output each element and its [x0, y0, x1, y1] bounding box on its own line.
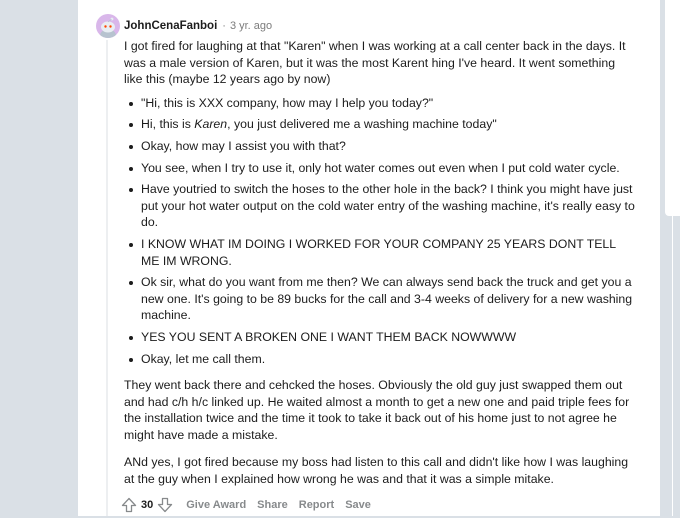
sidebar-edge — [672, 216, 673, 516]
comment-paragraph: I got fired for laughing at that "Karen"… — [124, 39, 626, 87]
comment-body: I got fired for laughing at that "Karen"… — [124, 38, 636, 488]
list-item: Okay, let me call them. — [129, 351, 636, 368]
comment-timestamp[interactable]: 3 yr. ago — [230, 20, 272, 32]
save-button[interactable]: Save — [345, 499, 371, 511]
upvote-icon[interactable] — [121, 497, 137, 513]
list-item: "Hi, this is XXX company, how may I help… — [129, 95, 636, 112]
comment-paragraph: They went back there and cehcked the hos… — [124, 378, 630, 442]
list-item: YES YOU SENT A BROKEN ONE I WANT THEM BA… — [129, 329, 636, 346]
thread-line[interactable] — [106, 40, 108, 516]
comment-meta: JohnCenaFanboi · 3 yr. ago — [124, 18, 272, 34]
list-item: Ok sir, what do you want from me then? W… — [129, 274, 636, 324]
comment-author[interactable]: JohnCenaFanboi — [124, 20, 217, 32]
avatar[interactable] — [96, 14, 120, 38]
list-item: Hi, this is Karen, you just delivered me… — [129, 116, 636, 133]
snoo-avatar-icon — [100, 17, 116, 38]
list-item: Have youtried to switch the hoses to the… — [129, 182, 635, 230]
downvote-icon[interactable] — [157, 497, 173, 513]
dialogue-list: "Hi, this is XXX company, how may I help… — [124, 95, 636, 367]
sidebar-panel — [665, 0, 680, 216]
list-item: I KNOW WHAT IM DOING I WORKED FOR YOUR C… — [129, 236, 636, 269]
list-item: Okay, how may I assist you with that? — [129, 138, 636, 155]
meta-separator: · — [222, 20, 226, 32]
vote-score: 30 — [141, 499, 154, 511]
share-button[interactable]: Share — [257, 499, 288, 511]
comment-paragraph: ANd yes, I got fired because my boss had… — [124, 455, 629, 487]
report-button[interactable]: Report — [299, 499, 334, 511]
comment-actions: 30 Give Award Share Report Save — [121, 496, 371, 514]
give-award-button[interactable]: Give Award — [186, 499, 246, 511]
dialogue-text: Hi, this is Karen, you just delivered me… — [141, 117, 497, 132]
list-item: You see, when I try to use it, only hot … — [129, 160, 636, 177]
